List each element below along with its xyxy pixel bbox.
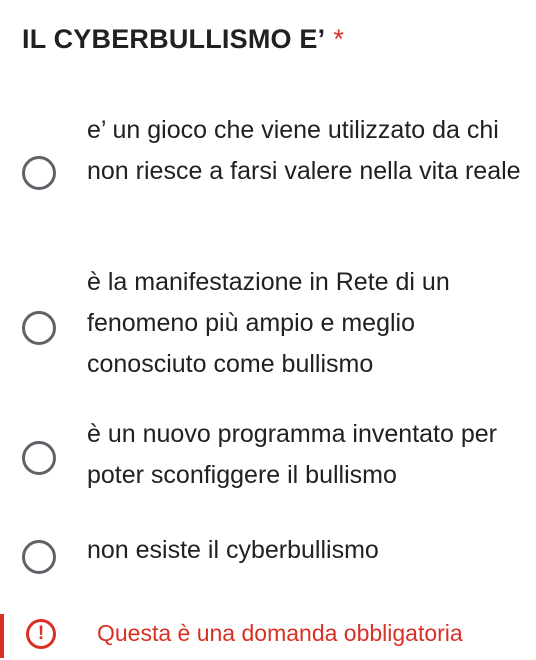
option-item[interactable]: e’ un gioco che viene utilizzato da chi … (0, 110, 536, 240)
validation-error: ! Questa è una domanda obbligatoria (0, 610, 536, 658)
option-label: e’ un gioco che viene utilizzato da chi … (87, 116, 521, 185)
question-title-text: IL CYBERBULLISMO E’ (22, 24, 326, 54)
radio-button[interactable] (22, 311, 56, 345)
error-message: Questa è una domanda obbligatoria (97, 620, 463, 646)
radio-button[interactable] (22, 441, 56, 475)
option-item[interactable]: è un nuovo programma inventato per poter… (0, 414, 536, 504)
radio-button[interactable] (22, 156, 56, 190)
option-item[interactable]: non esiste il cyberbullismo (0, 530, 536, 580)
option-item[interactable]: è la manifestazione in Rete di un fenome… (0, 262, 536, 392)
option-label: è un nuovo programma inventato per poter… (87, 420, 497, 489)
required-asterisk: * (333, 24, 345, 54)
question-title: IL CYBERBULLISMO E’ * (22, 24, 344, 55)
exclamation-icon: ! (26, 619, 56, 649)
option-label: è la manifestazione in Rete di un fenome… (87, 268, 450, 378)
option-label: non esiste il cyberbullismo (87, 536, 379, 564)
radio-button[interactable] (22, 540, 56, 574)
error-indicator-bar (0, 614, 4, 658)
